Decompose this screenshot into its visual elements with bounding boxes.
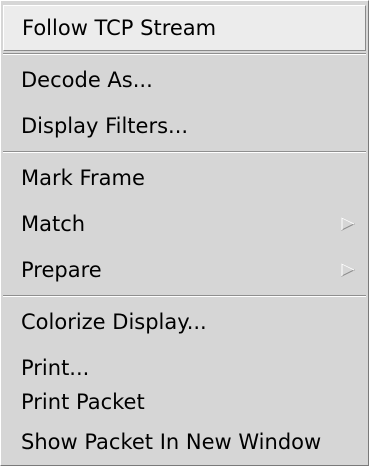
menu-item-decode-as[interactable]: Decode As... (3, 57, 366, 103)
menu-item-mark-frame[interactable]: Mark Frame (3, 155, 366, 201)
menu-separator (3, 151, 366, 153)
menu-item-prepare[interactable]: Prepare (3, 247, 366, 293)
menu-item-display-filters[interactable]: Display Filters... (3, 103, 366, 149)
menu-item-label: Colorize Display... (21, 310, 207, 334)
menu-item-label: Show Packet In New Window (21, 430, 322, 454)
menu-item-label: Mark Frame (21, 166, 145, 190)
menu-separator (3, 295, 366, 297)
submenu-arrow-icon (341, 263, 356, 277)
menu-item-label: Prepare (21, 258, 102, 282)
submenu-arrow-icon (341, 217, 356, 231)
menu-item-show-packet-in-new-window[interactable]: Show Packet In New Window (3, 419, 366, 465)
menu-item-label: Display Filters... (21, 114, 189, 138)
menu-separator (3, 53, 366, 55)
menu-item-colorize-display[interactable]: Colorize Display... (3, 299, 366, 345)
menu-item-match[interactable]: Match (3, 201, 366, 247)
menu-item-label: Match (21, 212, 86, 236)
context-menu: Follow TCP Stream Decode As... Display F… (0, 0, 369, 466)
menu-item-label: Follow TCP Stream (22, 16, 217, 40)
menu-item-label: Decode As... (21, 68, 153, 92)
menu-item-follow-tcp-stream[interactable]: Follow TCP Stream (3, 5, 366, 51)
